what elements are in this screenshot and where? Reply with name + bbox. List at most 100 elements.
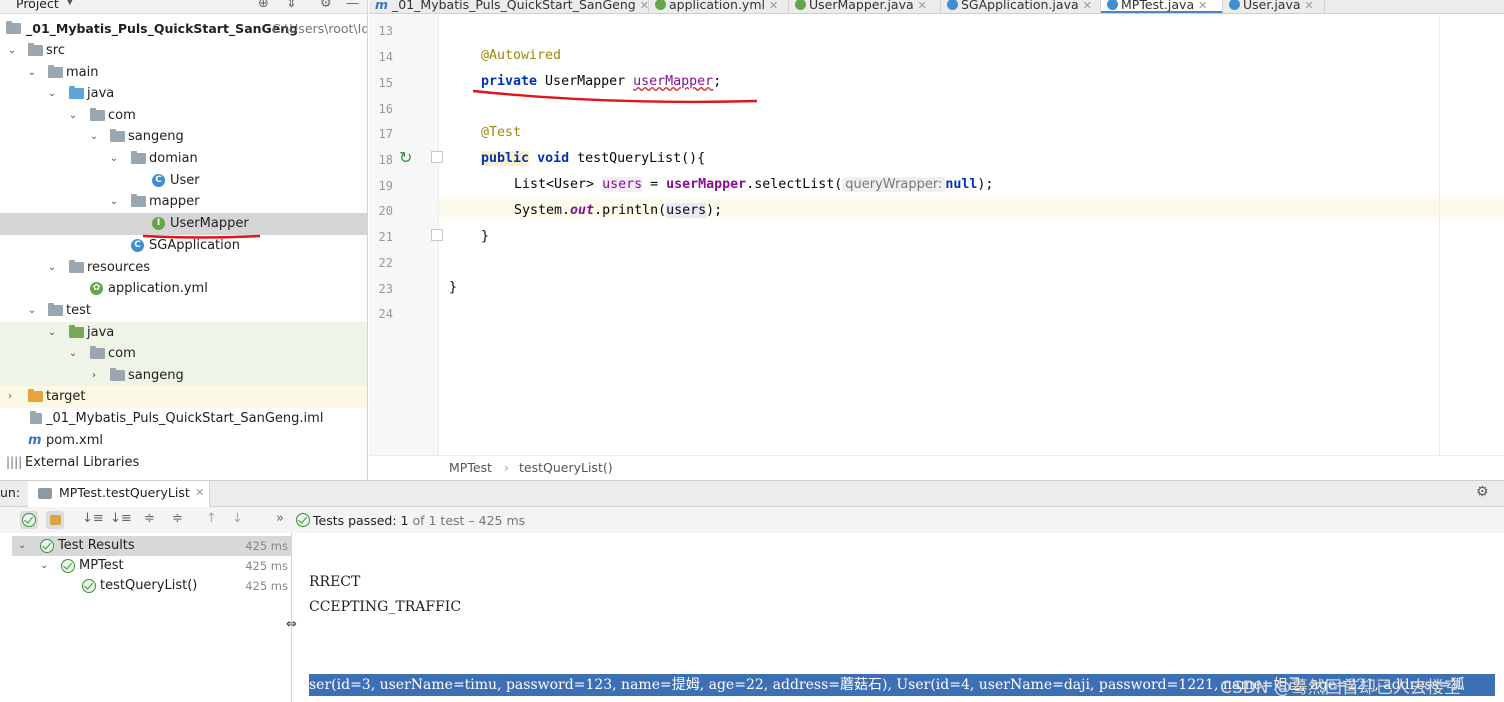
tree-item-iml[interactable]: _01_Mybatis_Puls_QuickStart_SanGeng.iml: [0, 408, 367, 430]
chevron-down-icon[interactable]: ⌄: [67, 343, 79, 365]
tree-item-pom[interactable]: m pom.xml: [0, 430, 367, 452]
tree-item-test-sangeng[interactable]: › sangeng: [0, 365, 367, 387]
chevron-down-icon[interactable]: ⌄: [18, 536, 26, 556]
tree-item-label: com: [108, 346, 136, 361]
line-number: 14: [378, 50, 393, 64]
tree-item-user[interactable]: C User: [0, 170, 367, 192]
tree-item-test[interactable]: ⌄ test: [0, 300, 367, 322]
tree-item-domian[interactable]: ⌄ domian: [0, 148, 367, 170]
class-icon: [1107, 0, 1118, 10]
tree-item-test-java[interactable]: ⌄ java: [0, 322, 367, 344]
locate-icon[interactable]: ⊕: [258, 0, 269, 11]
chevron-down-icon[interactable]: ⌄: [26, 62, 38, 84]
chevron-down-icon[interactable]: ⌄: [108, 148, 120, 170]
maven-icon: m: [375, 0, 389, 12]
close-icon[interactable]: ✕: [769, 0, 778, 12]
tree-item-label: pom.xml: [46, 433, 103, 448]
resize-handle-icon[interactable]: ⇔: [286, 617, 297, 632]
chevron-down-icon[interactable]: ⌄: [6, 40, 18, 62]
tree-item-com[interactable]: ⌄ com: [0, 105, 367, 127]
tree-item-main[interactable]: ⌄ main: [0, 62, 367, 84]
breadcrumb-method[interactable]: testQueryList(): [519, 460, 613, 475]
close-icon[interactable]: ✕: [195, 486, 204, 499]
breadcrumb-class[interactable]: MPTest: [449, 460, 492, 475]
chevron-down-icon[interactable]: ⌄: [46, 257, 58, 279]
test-results-method[interactable]: testQueryList() 425 ms: [12, 576, 292, 596]
tree-item-src[interactable]: ⌄ src: [0, 40, 367, 62]
line-number: 15: [378, 76, 393, 90]
collapse-all-icon[interactable]: ≑: [172, 511, 183, 526]
module-file-icon: [30, 411, 42, 424]
gear-icon[interactable]: ⚙: [1476, 484, 1489, 500]
tab-usermapper[interactable]: UserMapper.java ✕: [789, 0, 941, 13]
line-number: 20: [378, 204, 393, 218]
console-output[interactable]: RRECT CCEPTING_TRAFFIC ser(id=3, userNam…: [293, 533, 1504, 702]
tree-item-java[interactable]: ⌄ java: [0, 83, 367, 105]
sort-alpha-icon[interactable]: ↓≡: [82, 511, 104, 526]
close-icon[interactable]: ✕: [1198, 0, 1207, 12]
chevron-down-icon[interactable]: ▼: [66, 0, 74, 7]
sort-duration-icon[interactable]: ↓≡: [110, 511, 132, 526]
tab-module[interactable]: m _01_Mybatis_Puls_QuickStart_SanGeng ✕: [369, 0, 649, 13]
tab-application-yml[interactable]: application.yml ✕: [649, 0, 789, 13]
tree-item-label: domian: [149, 151, 198, 166]
test-results-root[interactable]: ⌄ Test Results 425 ms: [12, 536, 292, 556]
fold-icon[interactable]: [431, 151, 443, 163]
chevron-right-icon[interactable]: ›: [4, 386, 16, 408]
collapse-icon[interactable]: ⇕: [286, 0, 297, 11]
check-icon: [61, 559, 75, 573]
project-panel-title[interactable]: Project: [16, 0, 59, 11]
library-icon: ||||: [6, 455, 23, 469]
arrow-up-icon[interactable]: ↑: [206, 511, 217, 526]
close-icon[interactable]: ✕: [1305, 0, 1314, 12]
minimize-icon[interactable]: —: [346, 0, 359, 11]
tree-item-test-com[interactable]: ⌄ com: [0, 343, 367, 365]
tree-item-label: _01_Mybatis_Puls_QuickStart_SanGeng.iml: [46, 411, 324, 426]
tab-mptest[interactable]: MPTest.java ✕: [1101, 0, 1223, 13]
spring-config-icon: ✿: [90, 282, 103, 295]
package-icon: [110, 129, 125, 142]
interface-icon: [795, 0, 806, 10]
tree-item-resources[interactable]: ⌄ resources: [0, 257, 367, 279]
folder-icon: [48, 65, 63, 78]
code-line-14: @Autowired: [481, 48, 562, 63]
tab-sgapplication[interactable]: SGApplication.java ✕: [941, 0, 1101, 13]
chevron-down-icon[interactable]: ⌄: [88, 126, 100, 148]
expand-all-icon[interactable]: ≑: [144, 511, 155, 526]
tree-item-sangeng[interactable]: ⌄ sangeng: [0, 126, 367, 148]
chevron-right-icon[interactable]: ›: [88, 365, 100, 387]
tree-item-application-yml[interactable]: ✿ application.yml: [0, 278, 367, 300]
tree-item-external-libraries[interactable]: |||| External Libraries: [0, 452, 367, 474]
chevron-down-icon[interactable]: ⌄: [46, 83, 58, 105]
gear-icon[interactable]: ⚙: [320, 0, 332, 11]
tree-item-root[interactable]: _01_Mybatis_Puls_QuickStart_SanGeng C:\U…: [0, 18, 367, 40]
arrow-down-icon[interactable]: ↓: [232, 511, 243, 526]
chevron-down-icon[interactable]: ⌄: [40, 556, 48, 576]
code-line-19: List<User> users = userMapper.selectList…: [514, 177, 994, 192]
line-number: 21: [378, 230, 393, 244]
fold-icon[interactable]: [431, 229, 443, 241]
project-panel: Project ▼ ⊕ ⇕ ⚙ — _01_Mybatis_Puls_Quick…: [0, 0, 368, 480]
more-icon[interactable]: »: [276, 511, 284, 526]
run-tab[interactable]: MPTest.testQueryList ✕: [28, 481, 210, 507]
line-number: 16: [378, 102, 393, 116]
close-icon[interactable]: ✕: [1083, 0, 1092, 12]
line-number: 24: [378, 307, 393, 321]
run-test-icon[interactable]: ↻: [399, 148, 412, 167]
tree-item-label: application.yml: [108, 281, 208, 296]
tree-item-label: target: [46, 389, 86, 404]
code-line-18: public void testQueryList(){: [481, 151, 706, 166]
tab-user[interactable]: User.java ✕: [1223, 0, 1325, 13]
editor-tab-bar: m _01_Mybatis_Puls_QuickStart_SanGeng ✕ a…: [369, 0, 1504, 14]
test-results-class[interactable]: ⌄ MPTest 425 ms: [12, 556, 292, 576]
chevron-down-icon[interactable]: ⌄: [46, 322, 58, 344]
code-editor[interactable]: 13 14 15 16 17 18 19 20 21 22 23 24 ↻ @A…: [369, 15, 1504, 455]
close-icon[interactable]: ✕: [640, 0, 649, 12]
chevron-down-icon[interactable]: ⌄: [67, 105, 79, 127]
result-time: 425 ms: [245, 539, 288, 553]
close-icon[interactable]: ✕: [918, 0, 927, 12]
tree-item-target[interactable]: › target: [0, 386, 367, 408]
tree-item-mapper[interactable]: ⌄ mapper: [0, 191, 367, 213]
chevron-down-icon[interactable]: ⌄: [26, 300, 38, 322]
chevron-down-icon[interactable]: ⌄: [108, 191, 120, 213]
